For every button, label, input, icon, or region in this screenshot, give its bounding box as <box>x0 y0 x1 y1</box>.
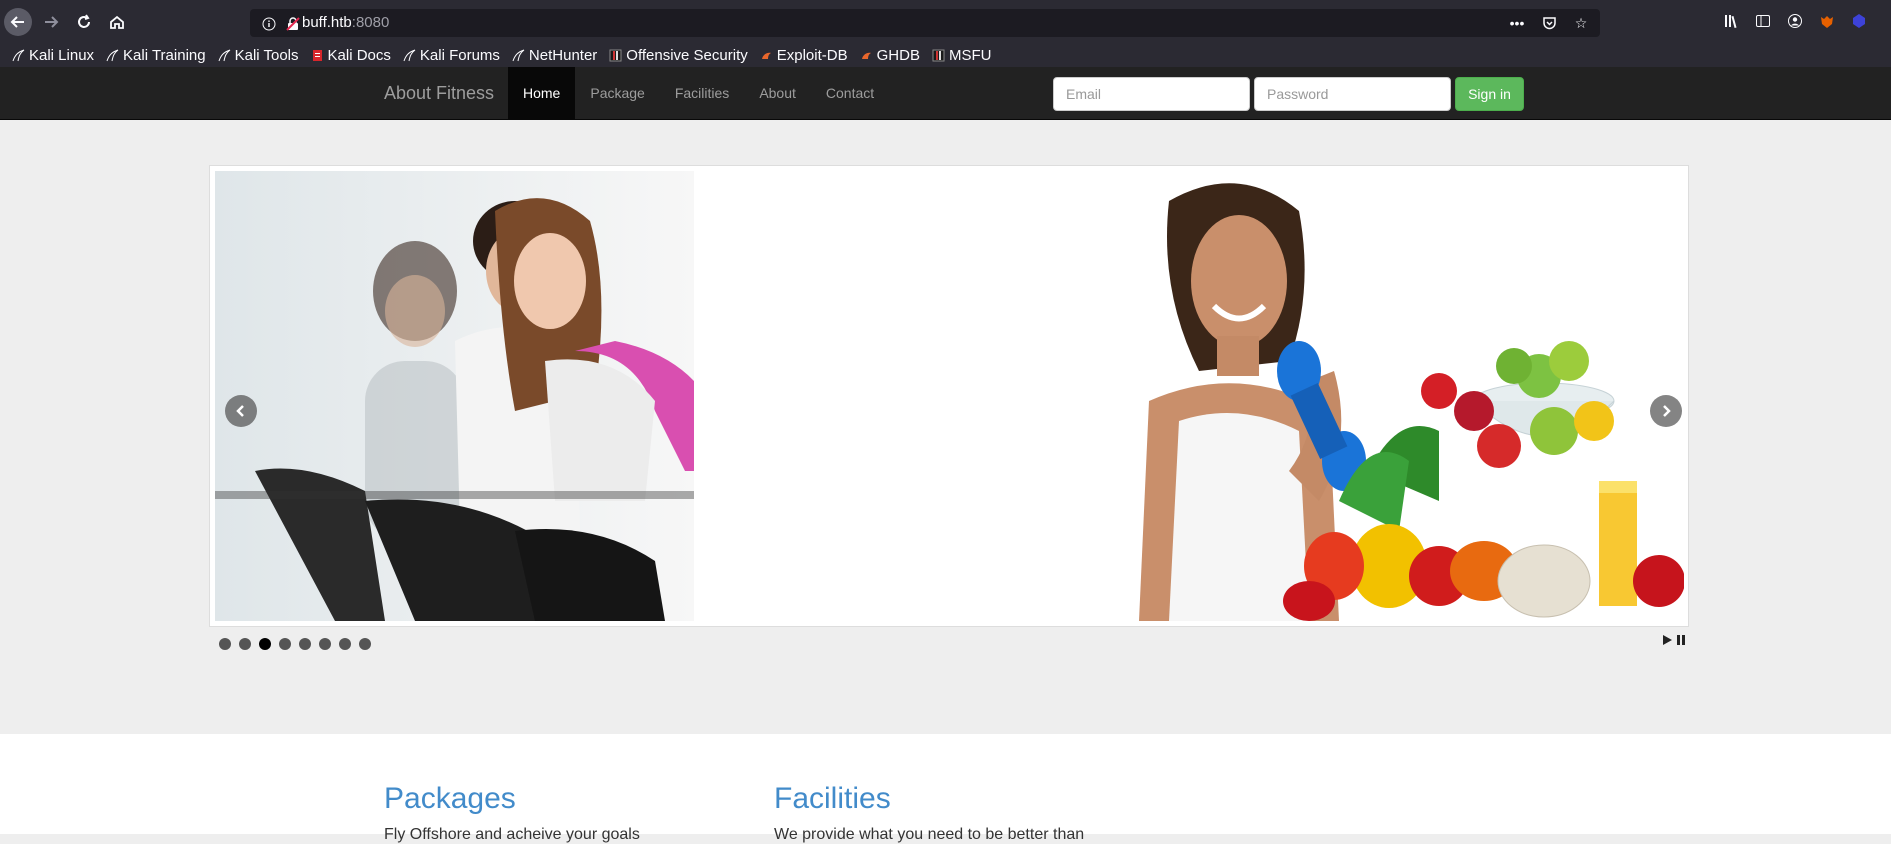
kali-dragon-icon <box>218 49 231 62</box>
exploitdb-icon <box>760 49 773 62</box>
nav-home[interactable]: Home <box>508 67 576 119</box>
slider-dot-8[interactable] <box>359 638 371 650</box>
content-section: Packages Fly Offshore and acheive your g… <box>0 734 1891 843</box>
url-port: :8080 <box>351 14 390 31</box>
arrow-right-icon <box>45 16 59 28</box>
sidebar-icon[interactable] <box>1754 12 1772 30</box>
slider-dot-2[interactable] <box>239 638 251 650</box>
bookmark-label: Kali Tools <box>234 46 299 64</box>
nav-contact[interactable]: Contact <box>811 67 889 119</box>
home-button[interactable] <box>103 8 131 36</box>
slider-dot-1[interactable] <box>219 638 231 650</box>
reload-icon <box>78 14 90 28</box>
back-button[interactable] <box>4 8 32 36</box>
bookmark-kali-tools[interactable]: Kali Tools <box>218 47 299 64</box>
email-input[interactable]: Email <box>1053 77 1250 111</box>
slide-image-cycling <box>215 171 694 621</box>
arrow-left-icon <box>10 16 24 28</box>
bookmark-kali-forums[interactable]: Kali Forums <box>403 47 500 64</box>
extension-cube-icon[interactable] <box>1850 12 1868 30</box>
insecure-lock-icon[interactable] <box>284 15 302 33</box>
bookmark-label: Kali Linux <box>29 46 95 64</box>
brand-link[interactable]: About Fitness <box>384 83 494 104</box>
library-icon[interactable] <box>1722 12 1740 30</box>
bookmark-label: GHDB <box>876 46 920 64</box>
home-icon <box>110 15 124 29</box>
info-icon[interactable] <box>260 15 278 33</box>
pocket-icon[interactable] <box>1540 14 1558 32</box>
slide-image-healthy-woman <box>1139 171 1684 621</box>
kali-dragon-icon <box>12 49 25 62</box>
packages-heading[interactable]: Packages <box>384 782 516 816</box>
bookmark-label: Kali Forums <box>419 46 500 64</box>
sign-in-button[interactable]: Sign in <box>1455 77 1524 111</box>
nav-about[interactable]: About <box>744 67 811 119</box>
offsec-icon <box>609 49 622 62</box>
bookmark-kali-training[interactable]: Kali Training <box>106 47 206 64</box>
bookmark-msfu[interactable]: MSFU <box>932 46 992 64</box>
url-bar[interactable]: buff.htb:8080 ••• ☆ <box>250 9 1600 37</box>
page-actions-icon[interactable]: ••• <box>1508 14 1526 32</box>
bookmark-label: MSFU <box>948 46 992 64</box>
browser-toolbar: buff.htb:8080 ••• ☆ <box>0 0 1891 43</box>
bookmark-star-icon[interactable]: ☆ <box>1572 14 1590 32</box>
bookmark-nethunter[interactable]: NetHunter <box>512 47 597 64</box>
kali-dragon-icon <box>106 49 119 62</box>
slider-dot-4[interactable] <box>279 638 291 650</box>
bookmark-label: Exploit-DB <box>776 46 848 64</box>
bookmarks-bar: Kali Linux Kali Training Kali Tools Kali… <box>0 43 1891 67</box>
bookmark-exploit-db[interactable]: Exploit-DB <box>760 47 848 64</box>
pause-icon[interactable] <box>1675 634 1687 646</box>
facilities-heading[interactable]: Facilities <box>774 782 891 816</box>
url-text[interactable]: buff.htb:8080 <box>302 14 389 31</box>
slider-dot-5[interactable] <box>299 638 311 650</box>
bookmark-label: NetHunter <box>528 46 598 64</box>
kali-dragon-icon <box>512 49 525 62</box>
chevron-right-icon <box>1663 405 1671 417</box>
bookmark-ghdb[interactable]: GHDB <box>860 47 920 64</box>
nav-menu: Home Package Facilities About Contact <box>508 67 889 119</box>
slider-play-controls <box>1661 634 1687 646</box>
nav-package[interactable]: Package <box>575 67 659 119</box>
extension-fox-icon[interactable] <box>1818 12 1836 30</box>
password-input[interactable]: Password <box>1254 77 1451 111</box>
slider-prev-button[interactable] <box>225 395 257 427</box>
chevron-left-icon <box>236 405 244 417</box>
slider-pagination <box>219 638 371 650</box>
kali-dragon-icon <box>403 49 416 62</box>
play-icon[interactable] <box>1661 634 1673 646</box>
slider-dot-7[interactable] <box>339 638 351 650</box>
url-host: buff.htb <box>302 14 352 31</box>
bookmark-kali-docs[interactable]: Kali Docs <box>311 47 391 64</box>
exploitdb-icon <box>860 49 873 62</box>
bookmark-label: Offensive Security <box>626 46 748 64</box>
nav-facilities[interactable]: Facilities <box>660 67 744 119</box>
bookmark-label: Kali Docs <box>327 46 391 64</box>
bookmark-offensive-security[interactable]: Offensive Security <box>609 46 748 64</box>
packages-text: Fly Offshore and acheive your goals <box>384 826 640 843</box>
offsec-icon <box>932 49 945 62</box>
slider-next-button[interactable] <box>1650 395 1682 427</box>
slider-dot-6[interactable] <box>319 638 331 650</box>
forward-button[interactable] <box>37 8 65 36</box>
facilities-text: We provide what you need to be better th… <box>774 826 1085 843</box>
kali-docs-icon <box>311 49 324 62</box>
account-icon[interactable] <box>1786 12 1804 30</box>
slider-dot-3[interactable] <box>259 638 271 650</box>
bookmark-label: Kali Training <box>123 46 206 64</box>
site-navbar: About Fitness Home Package Facilities Ab… <box>0 67 1891 120</box>
image-slider <box>209 165 1689 627</box>
reload-button[interactable] <box>70 8 98 36</box>
bookmark-kali-linux[interactable]: Kali Linux <box>12 47 94 64</box>
